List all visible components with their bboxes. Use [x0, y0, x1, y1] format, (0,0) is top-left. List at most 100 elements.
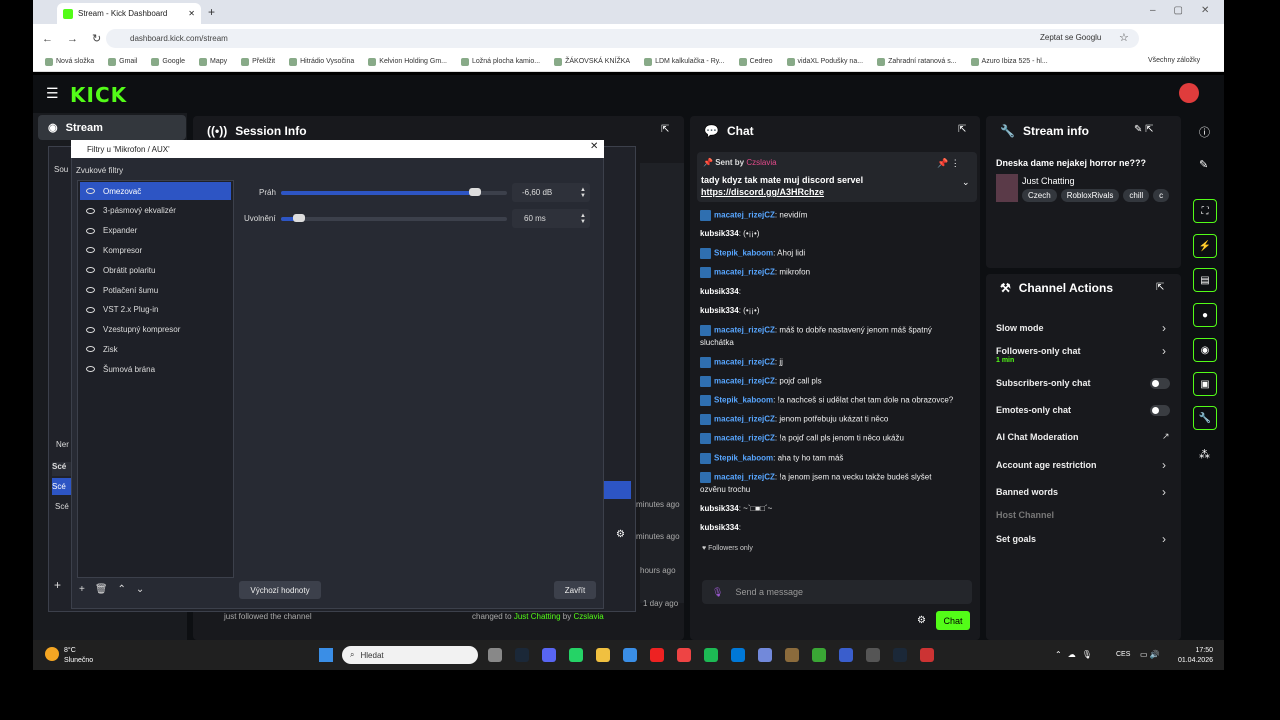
taskbar-app-icon[interactable] [731, 648, 745, 662]
threshold-slider-handle[interactable] [469, 188, 482, 196]
bookmark-item[interactable]: Kelvion Holding Gm... [368, 57, 447, 66]
taskbar-app-icon[interactable] [758, 648, 772, 662]
chat-username[interactable]: macatej_rizejCZ [714, 415, 775, 424]
close-button[interactable]: Zavřít [554, 581, 596, 599]
chevron-right-icon[interactable]: › [1162, 321, 1166, 335]
bookmark-star-icon[interactable]: ☆ [1119, 31, 1129, 44]
dialog-close-icon[interactable]: ✕ [590, 141, 598, 152]
all-bookmarks[interactable]: Všechny záložky [1148, 57, 1200, 64]
eye-icon[interactable] [86, 267, 95, 274]
clock[interactable]: 17:50 01.04.2026 [1175, 646, 1213, 666]
browser-tab[interactable]: Stream - Kick Dashboard ✕ [57, 3, 201, 24]
filter-item[interactable]: Zisk [80, 340, 231, 358]
bookmark-item[interactable]: Gmail [108, 57, 137, 66]
bookmark-item[interactable]: Zahradní ratanová s... [877, 57, 957, 66]
bookmark-item[interactable]: Cedreo [738, 57, 773, 66]
weather-widget[interactable]: 8°C Slunečno [64, 646, 93, 666]
lightning-icon[interactable]: ⚡ [1193, 234, 1217, 258]
chevron-right-icon[interactable]: › [1162, 485, 1166, 499]
obs-scene-selected[interactable]: Scé [52, 478, 72, 495]
window-controls[interactable]: –▢✕ [1150, 5, 1227, 16]
bookmark-item[interactable]: Mapy [199, 57, 227, 66]
tag-chip[interactable]: Czech [1022, 189, 1057, 202]
filter-item[interactable]: Šumová brána [80, 360, 231, 378]
pencil-icon[interactable]: ✎ [1199, 158, 1208, 171]
emote-bar[interactable] [702, 558, 972, 574]
channel-action-set-goals[interactable]: Set goals [996, 534, 1036, 544]
chat-username[interactable]: kubsik334 [700, 504, 739, 513]
chat-username[interactable]: Stepik_kaboom [714, 454, 773, 463]
taskbar-app-icon[interactable] [677, 648, 691, 662]
chat-username[interactable]: Stepik_kaboom [714, 249, 773, 258]
bookmark-item[interactable]: Hitrádio Vysočina [289, 57, 354, 66]
external-link-icon[interactable]: ↗ [1162, 431, 1170, 442]
chat-username[interactable]: macatej_rizejCZ [714, 268, 775, 277]
toggle-switch[interactable] [1150, 378, 1170, 389]
channel-action-account-age-restriction[interactable]: Account age restriction [996, 460, 1097, 470]
taskbar-app-icon[interactable] [839, 648, 853, 662]
pinned-link[interactable]: https://discord.gg/A3HRchze [701, 187, 824, 197]
channel-action-subscribers-only-chat[interactable]: Subscribers-only chat [996, 378, 1091, 388]
filter-item[interactable]: Expander [80, 222, 231, 240]
obs-add-scene-icon[interactable]: + [54, 578, 61, 592]
bookmark-item[interactable]: Azuro Ibiza 525 - hl... [970, 57, 1048, 66]
chevron-right-icon[interactable]: › [1162, 458, 1166, 472]
ask-google-button[interactable]: Zeptat se Googlu [1040, 33, 1101, 42]
taskbar-app-icon[interactable] [812, 648, 826, 662]
filter-list-controls[interactable]: +🗑⌃⌄ [79, 584, 154, 595]
taskbar-app-icon[interactable] [596, 648, 610, 662]
menu-icon[interactable]: ☰ [46, 85, 59, 102]
defaults-button[interactable]: Výchozí hodnoty [239, 581, 321, 599]
tag-chip[interactable]: RobloxRivals [1060, 189, 1120, 202]
avatar[interactable] [1179, 83, 1199, 103]
channel-action-slow-mode[interactable]: Slow mode [996, 323, 1044, 333]
new-tab-button[interactable]: + [208, 5, 215, 19]
channel-action-ai-chat-moderation[interactable]: AI Chat Moderation [996, 432, 1079, 442]
tray-icons[interactable]: ⌃☁🎙 [1055, 650, 1098, 659]
url-field[interactable]: dashboard.kick.com/stream [106, 29, 1139, 48]
taskbar-app-icon[interactable] [569, 648, 583, 662]
chevron-right-icon[interactable]: › [1162, 532, 1166, 546]
chat-username[interactable]: macatej_rizejCZ [714, 377, 775, 386]
chat-username[interactable]: kubsik334 [700, 229, 739, 238]
chat-username[interactable]: macatej_rizejCZ [714, 211, 775, 220]
chevron-down-icon[interactable]: ⌄ [962, 177, 970, 188]
eye-icon[interactable] [86, 287, 95, 293]
eye-icon[interactable] [86, 188, 95, 194]
filter-item[interactable]: VST 2.x Plug-in [80, 301, 231, 319]
obs-gear-icon[interactable]: ⚙ [616, 529, 625, 540]
threshold-value-field[interactable]: -6,60 dB ▲ ▼ [512, 183, 590, 202]
bookmark-item[interactable]: Ložná plocha kamio... [461, 57, 540, 66]
taskbar-app-icon[interactable] [704, 648, 718, 662]
channel-action-host-channel[interactable]: Host Channel [996, 510, 1054, 520]
taskbar-app-icon[interactable] [542, 648, 556, 662]
actions-popout-icon[interactable]: ⇱ [1156, 282, 1164, 293]
filter-item[interactable]: Obrátit polaritu [80, 261, 231, 279]
eye-icon[interactable] [86, 306, 95, 313]
eye-icon[interactable] [86, 247, 95, 254]
share-icon[interactable]: ⁂ [1199, 448, 1210, 461]
bookmark-item[interactable]: Google [151, 57, 185, 66]
taskbar-app-icon[interactable] [920, 648, 934, 662]
pin-icon[interactable]: 📌 ⋮ [937, 158, 960, 169]
sidebar-item-stream[interactable]: ◉ Stream [38, 115, 186, 140]
toggle-switch[interactable] [1150, 405, 1170, 416]
tools-icon[interactable]: 🔧 [1193, 406, 1217, 430]
bookmark-item[interactable]: ŽÁKOVSKÁ KNÍŽKA [554, 57, 630, 66]
channel-action-banned-words[interactable]: Banned words [996, 487, 1058, 497]
tray-status-icons[interactable]: ▭ 🔊 [1140, 650, 1160, 659]
broadcast-icon[interactable]: ◉ [1193, 338, 1217, 362]
scan-icon[interactable]: ⛶ [1193, 199, 1217, 223]
chat-username[interactable]: kubsik334 [700, 523, 739, 532]
chevron-right-icon[interactable]: › [1162, 344, 1166, 358]
chat-username[interactable]: macatej_rizejCZ [714, 358, 775, 367]
chat-username[interactable]: macatej_rizejCZ [714, 326, 775, 335]
taskbar-search[interactable]: ⌕ Hledat [342, 646, 478, 664]
taskbar-app-icon[interactable] [893, 648, 907, 662]
chat-username[interactable]: macatej_rizejCZ [714, 473, 775, 482]
filter-item[interactable]: 3-pásmový ekvalizér [80, 202, 231, 220]
eye-icon[interactable] [86, 207, 95, 214]
chat-input[interactable]: 🎙 Send a message [702, 580, 972, 604]
chat-bubble-icon[interactable]: ● [1193, 303, 1217, 327]
eye-icon[interactable] [86, 346, 95, 353]
